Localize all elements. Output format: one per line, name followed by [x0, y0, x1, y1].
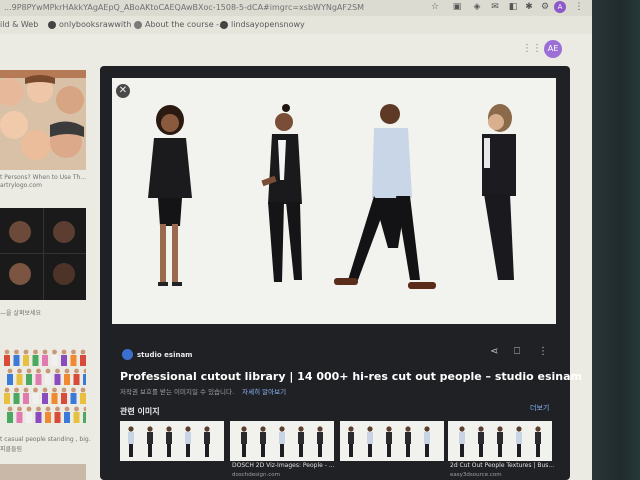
account-avatar[interactable]: AE: [544, 40, 562, 58]
result-source: 피클들림: [0, 446, 23, 453]
result-thumbnail[interactable]: [0, 208, 86, 300]
site-favicon-icon: [122, 349, 133, 360]
bookmark-icon[interactable]: ⎕: [514, 346, 520, 357]
apps-grid-icon[interactable]: ⋮⋮: [522, 44, 542, 54]
more-link[interactable]: 더보기: [530, 403, 549, 413]
source-name[interactable]: studio esinam: [137, 351, 192, 359]
result-title[interactable]: Professional cutout library | 14 000+ hi…: [120, 370, 582, 383]
github-icon: [220, 20, 228, 29]
result-thumbnail[interactable]: [0, 70, 86, 170]
related-source: easy3dsource.com: [450, 472, 502, 478]
image-preview-panel: ✕ studio esinam ⋖ ⎕ ⋮ Professional cutou…: [100, 66, 582, 480]
extension-icon[interactable]: ▣: [452, 2, 462, 12]
result-caption[interactable]: t casual people standing , big...: [0, 436, 90, 443]
github-icon: [48, 20, 56, 29]
source-site[interactable]: studio esinam: [122, 349, 192, 360]
globe-icon: [134, 20, 142, 29]
result-source: artrylogo.com: [0, 182, 42, 189]
star-icon[interactable]: ☆: [430, 2, 440, 12]
address-bar[interactable]: ...9P8PYwMPkrHAkkYAgAEpQ_ABoAKtoCAEQAwBX…: [0, 0, 592, 16]
bookmark-item[interactable]: About the course -...: [134, 20, 227, 29]
browser-screen: ...9P8PYwMPkrHAkkYAgAEpQ_ABoAKtoCAEQAwBX…: [0, 0, 592, 480]
url-text[interactable]: ...9P8PYwMPkrHAkkYAgAEpQ_ABoAKtoCAEQAwBX…: [4, 3, 364, 12]
bookmark-item[interactable]: ild & Web: [0, 20, 38, 29]
copyright-notice: 저작권 보호를 받는 이미지일 수 있습니다. 자세히 알아보기: [120, 388, 287, 396]
bookmarks-bar: ild & Web onlybooksrawwith About the cou…: [0, 16, 592, 34]
result-caption[interactable]: t Persons? When to Use Th...: [0, 174, 90, 181]
result-caption[interactable]: —을 살펴보세요: [0, 308, 90, 317]
menu-icon[interactable]: ⋮: [574, 2, 584, 12]
image-results-column: t Persons? When to Use Th... artrylogo.c…: [0, 70, 90, 480]
bookmark-item[interactable]: lindsayopensnowy: [220, 20, 305, 29]
settings-icon[interactable]: ⚙: [540, 2, 550, 12]
share-icon[interactable]: ⋖: [490, 346, 498, 357]
bookmark-item[interactable]: onlybooksrawwith: [48, 20, 131, 29]
monitor-bezel: [592, 0, 640, 480]
shield-icon[interactable]: ◈: [472, 2, 482, 12]
more-options-icon[interactable]: ⋮: [538, 346, 548, 357]
preview-image[interactable]: [112, 78, 556, 324]
related-image[interactable]: [340, 421, 444, 461]
close-icon[interactable]: ✕: [116, 84, 130, 98]
related-image[interactable]: [120, 421, 224, 461]
mail-icon[interactable]: ✉: [490, 2, 500, 12]
related-caption[interactable]: DOSCH 2D Viz-Images: People - ...: [232, 462, 340, 469]
learn-more-link[interactable]: 자세히 알아보기: [242, 388, 286, 396]
result-thumbnail[interactable]: [0, 344, 89, 426]
result-thumbnail[interactable]: [0, 464, 86, 480]
related-image[interactable]: [230, 421, 334, 461]
tag-icon[interactable]: ◧: [508, 2, 518, 12]
related-image[interactable]: [448, 421, 552, 461]
puzzle-icon[interactable]: ✱: [524, 2, 534, 12]
related-images-heading: 관련 이미지: [120, 407, 160, 416]
profile-avatar[interactable]: A: [554, 1, 566, 13]
related-caption[interactable]: 2d Cut Out People Textures | Bus...: [450, 462, 558, 469]
related-source: doschdesign.com: [232, 472, 280, 478]
